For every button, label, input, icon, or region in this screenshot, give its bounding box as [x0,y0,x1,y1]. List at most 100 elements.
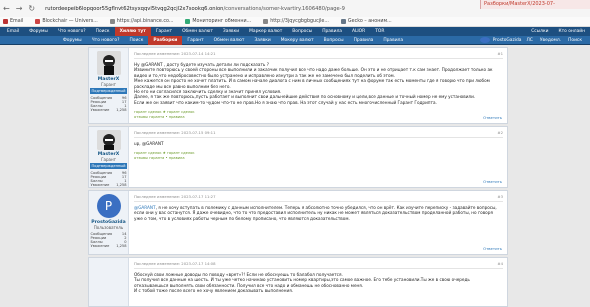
nav-item[interactable]: Кто онлайн [553,29,590,34]
body-line: Если же он заявит что каким-то чудом что… [134,99,437,105]
subnav-item[interactable]: Что нового? [87,38,125,43]
stat-label: Уважение [90,183,110,187]
mention-link[interactable]: @GARANT [134,205,156,210]
post-author-panel [89,258,129,306]
avatar[interactable] [96,130,121,150]
nav-item[interactable]: Поиск [91,29,115,34]
bookmark-item[interactable]: Gecko – аноним... [340,19,392,24]
post-number[interactable]: #3 [497,194,503,199]
search-icon[interactable]: Поиск [566,38,584,43]
nav-item[interactable]: Гарант [151,29,177,34]
post-date[interactable]: Последнее изменение: 2023-07-17 11:27 [134,194,216,199]
subnav-item[interactable]: Обмен валют [209,38,250,43]
bookmark-label: Мониторинг обменни... [192,19,252,24]
subnav-item[interactable]: Гарант [182,38,208,43]
post-date[interactable]: Последнее изменение: 2023-07-17 14:08 [134,261,216,266]
avatar[interactable] [96,51,121,75]
reply-button[interactable]: Ответить [483,246,502,251]
author-title: Пользователь [93,225,124,230]
subnav-item[interactable]: Форумы [58,38,87,43]
back-icon[interactable]: ← [3,4,10,13]
post-number[interactable]: #4 [497,261,503,266]
quote-line: up, @GARANT [134,141,164,146]
subnav-item[interactable]: Заявки [249,38,275,43]
forward-icon[interactable]: → [16,4,23,13]
bookmark-label: http://3jqycgbgbgucjle... [270,19,329,24]
bookmark-item[interactable]: Email [3,19,23,24]
avatar-image [96,130,121,150]
bookmark-item[interactable]: Мониторинг обменни... [185,19,251,24]
post-number[interactable]: #1 [497,51,503,56]
mail-icon [3,19,8,24]
subnav-item[interactable]: Поиск [124,38,148,43]
avatar-letter: P [104,199,113,213]
bookmark-item[interactable]: Blockchair — Univers... [35,19,98,24]
url-field[interactable]: rutordeepeib6lopqoor55gflnvt62tsyxqqvl5t… [45,6,345,12]
post-date[interactable]: Последнее изменение: 2023-07-14 14:21 [134,51,216,56]
signature: гарант сделок ★ гарант сделок отзывы гар… [134,151,503,160]
post-meta: Последнее изменение: 2023-07-15 09:11 #2 [134,130,503,138]
post-meta: Последнее изменение: 2023-07-17 11:27 #3 [134,194,503,202]
post-content: Последнее изменение: 2023-07-17 11:27 #3 … [130,191,507,254]
bookmarks-bar: Email Blockchair — Univers... https://ap… [0,17,590,27]
reply-button[interactable]: Ответить [483,179,502,184]
post-number[interactable]: #2 [497,130,503,135]
nav-item[interactable]: Форумы [24,29,53,34]
signature: гарант сделок ★ гарант сделок отзывы гар… [134,110,503,119]
subnav-item[interactable]: Правила [349,38,379,43]
author-stats: Сообщения 14 Реакции 2 Баллы 0 Уважение 1,25… [91,232,127,248]
post-date[interactable]: Последнее изменение: 2023-07-15 09:11 [134,130,216,135]
post-content: Последнее изменение: 2023-07-14 14:21 #1 … [130,48,507,123]
bookmark-item[interactable]: http://3jqycgbgbgucjle... [263,19,329,24]
signature-line[interactable]: отзывы гаранта • правила [134,115,503,120]
bookmark-label: https://api.binance.co... [116,19,174,24]
user-name[interactable]: ProstoGazida [493,38,522,43]
nav-item[interactable]: Что нового? [53,29,91,34]
nav-item-active[interactable]: Хиляю тут [114,27,151,36]
nav-item[interactable]: TOR [370,29,389,34]
bell-icon[interactable]: Уведомл. [538,38,563,43]
bookmark-label: Gecko – аноним... [347,19,392,24]
body-line: Извините повторюсь у своей стороны все в… [134,67,493,78]
avatar[interactable]: P [96,194,121,218]
nav-item[interactable]: Маркер валют [244,29,287,34]
nav-item[interactable]: Вопросы [287,29,317,34]
bookmark-item[interactable]: https://api.binance.co... [109,19,174,24]
body-line: И с тобой тоже после всего не хочу явлен… [134,288,294,294]
inbox-icon[interactable]: ЛС [525,38,535,43]
subnav-item[interactable]: Правила [378,38,408,43]
nav-item[interactable]: ALIOR [347,29,370,34]
stat-value: 1,258 [116,108,127,112]
post: MasterX Гарант Подтвержденный Сообщения 9… [88,47,508,124]
subnav-item[interactable]: Вопросы [319,38,349,43]
post-body: Обоснуй свои ложные доводы по поводу «вр… [134,272,503,294]
globe-icon [263,19,269,24]
post-body: up, @GARANT [134,141,503,146]
stat-label: Уважение [90,244,110,248]
nav-item[interactable]: Заявки [218,29,244,34]
alert-tab[interactable]: Разборки/MasterX/2023-07- [480,0,590,9]
post: MasterX Гарант Подтвержденный Сообщения 9… [88,126,508,188]
url-host: rutordeepeib6lopqoor55gflnvt62tsyxqqvl5t… [45,5,224,12]
avatar-image [96,51,121,75]
nav-item[interactable]: Ссылки [526,29,553,34]
reload-icon[interactable]: ↻ [28,4,35,13]
subnav-item[interactable]: Мокеру валют [276,38,319,43]
nav-item[interactable]: Правила [317,29,347,34]
author-stats: Сообщения 96 Реакции 17 Баллы 1 Уважение 1,2… [91,96,127,112]
gecko-icon [340,19,346,24]
blockchair-icon [35,19,41,24]
stat-value: 1,258 [116,183,127,187]
author-badge: Подтвержденный [89,88,128,94]
body-line: , я не хочу вступать в полемику с данным… [134,205,497,221]
nav-item[interactable]: Обмен валют [177,29,218,34]
stat-row: Уважение 1,258 [91,183,127,187]
stat-value: 1,258 [116,244,127,248]
user-menu[interactable]: ProstoGazida ЛС Уведомл. Поиск [479,37,590,43]
bookmark-label: Email [10,19,24,24]
signature-line[interactable]: отзывы гаранта • правила [134,156,503,161]
nav-item[interactable]: Email [2,29,24,34]
reply-button[interactable]: Ответить [483,115,502,120]
post-content: Последнее изменение: 2023-07-17 14:08 #4 … [130,258,507,306]
subnav-item-highlight[interactable]: Разборки [148,35,183,45]
